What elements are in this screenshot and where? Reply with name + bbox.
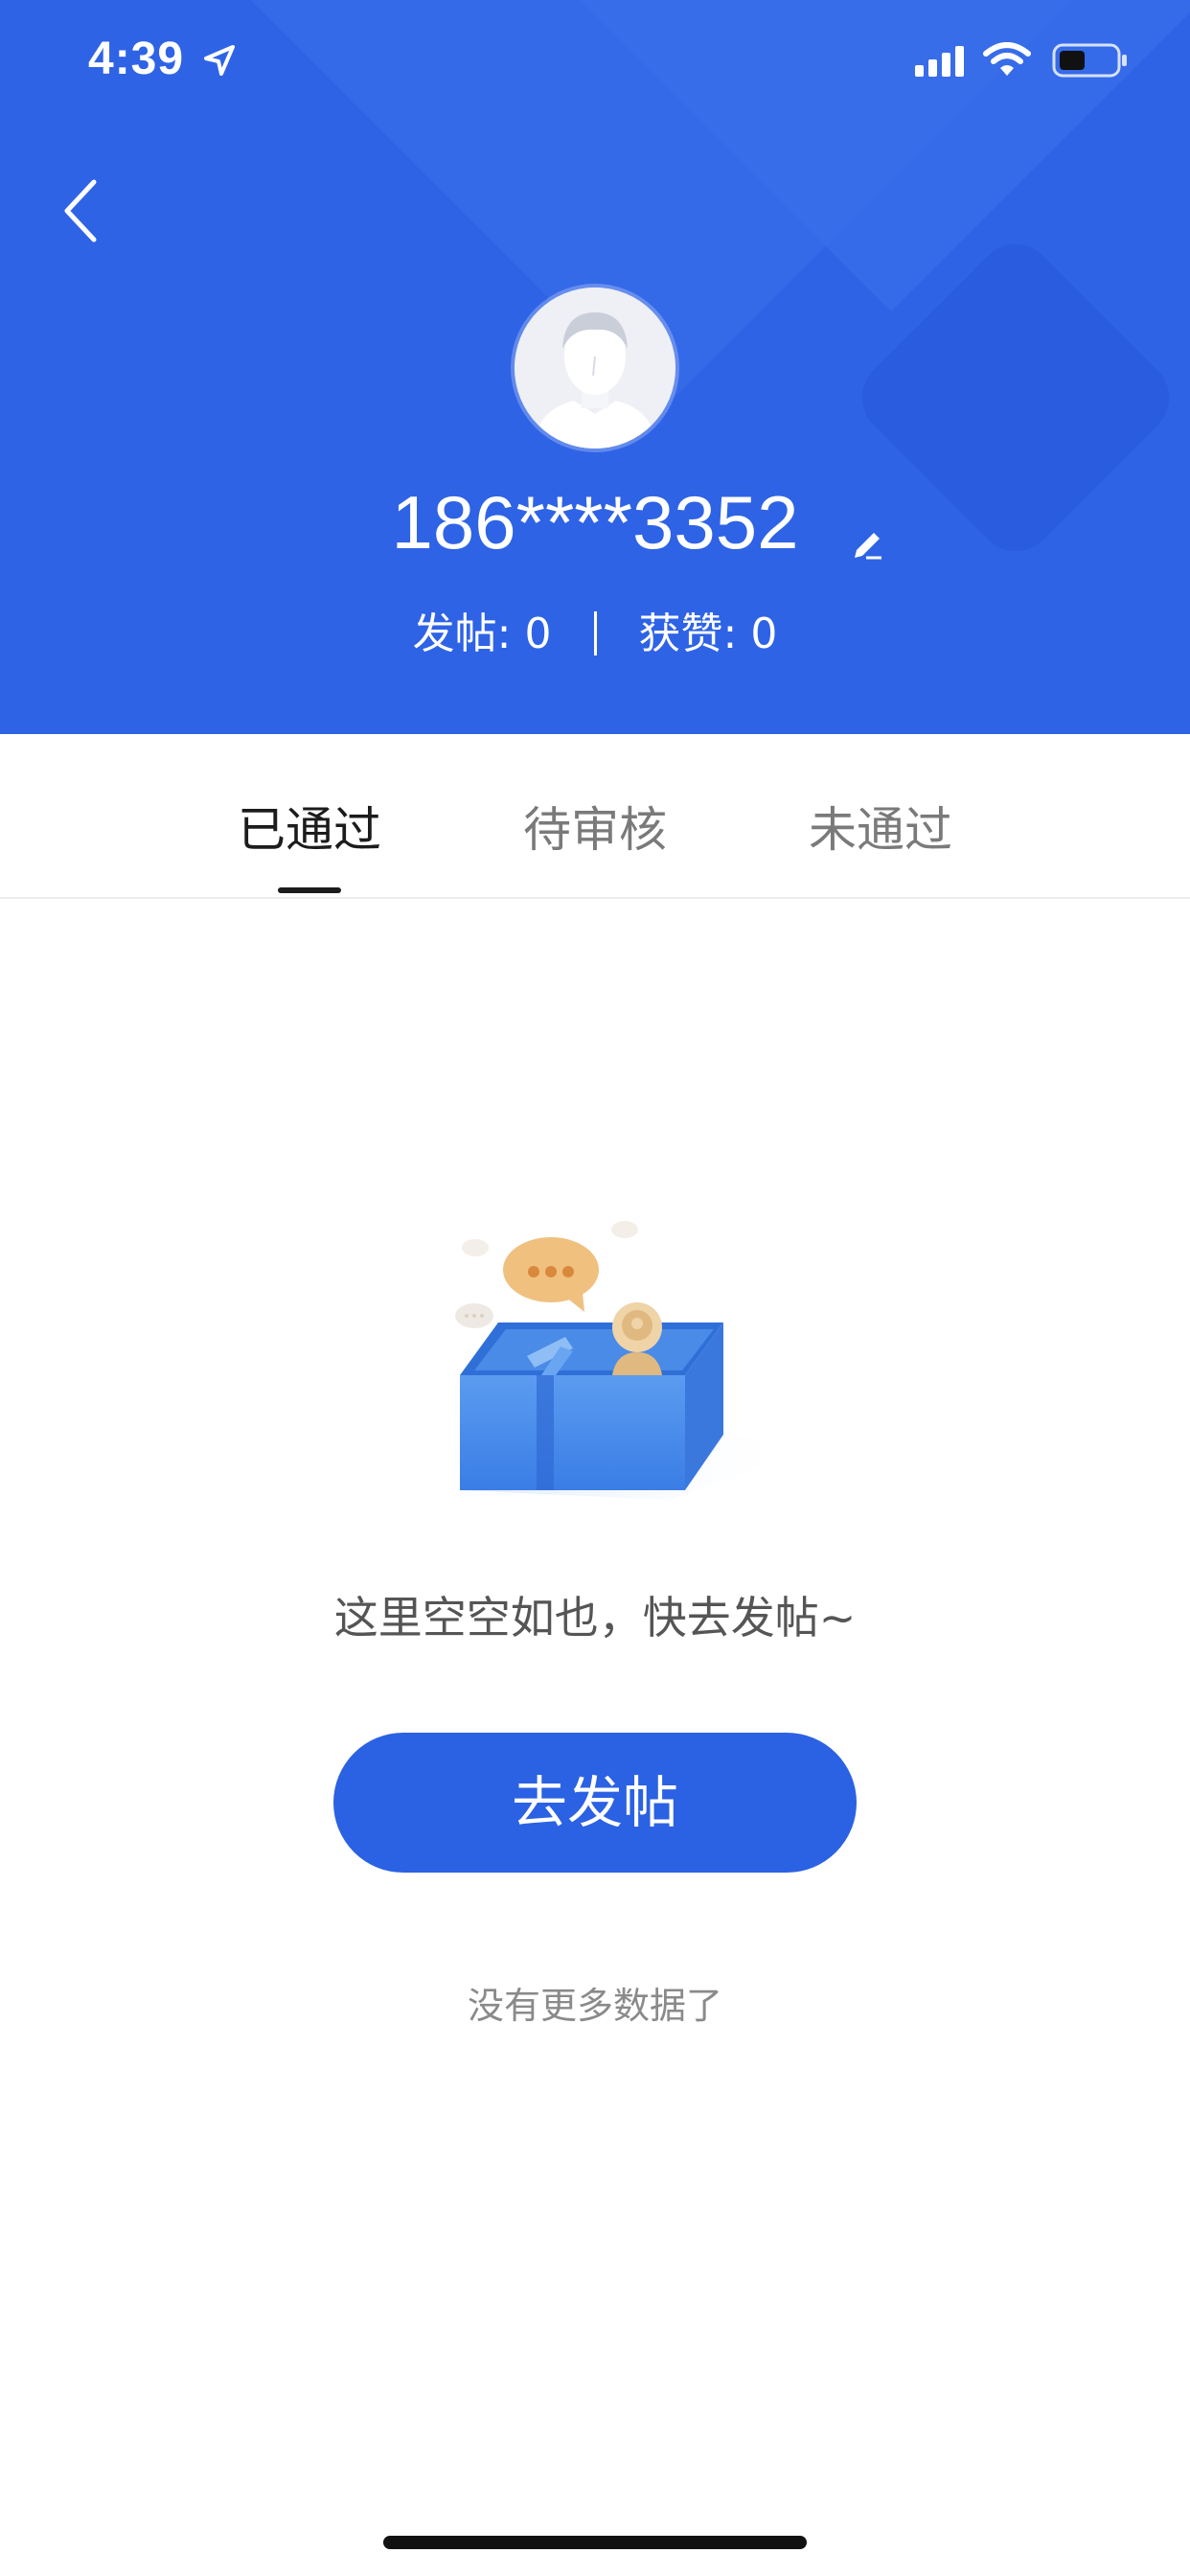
default-avatar (515, 288, 675, 448)
profile-stats: 发帖: 0 获赞: 0 (0, 599, 1190, 660)
wifi-icon (983, 42, 1031, 76)
likes-count: 0 (750, 610, 778, 658)
username: 186****3352 (391, 480, 799, 564)
empty-box-illustration (455, 1221, 805, 1500)
active-tab-indicator (278, 887, 341, 893)
tab-rejected[interactable]: 未通过 (785, 792, 976, 861)
avatar[interactable] (515, 288, 675, 448)
review-status-tabs: 已通过 待审核 未通过 (0, 734, 1190, 899)
status-time: 4:39 (88, 34, 185, 84)
empty-state-message: 这里空空如也，快去发帖~ (333, 1592, 857, 1644)
edit-pencil-icon[interactable] (851, 525, 885, 560)
battery-icon (1052, 43, 1127, 78)
back-chevron-icon (64, 179, 97, 242)
go-post-button[interactable]: 去发帖 (333, 1733, 857, 1873)
home-indicator[interactable] (383, 2536, 807, 2549)
no-more-data-text: 没有更多数据了 (467, 1985, 722, 2027)
posts-count: 0 (524, 610, 552, 658)
profile-header: 4:39 186****3352 发帖: 0 获赞: 0 (0, 0, 1190, 734)
posts-label: 发帖: (412, 610, 512, 658)
status-bar: 4:39 (0, 0, 1190, 126)
cellular-signal-icon (915, 46, 964, 77)
stats-divider (593, 611, 597, 656)
back-button[interactable] (56, 172, 113, 249)
location-arrow-icon (204, 45, 235, 76)
likes-label: 获赞: (638, 610, 738, 658)
tab-pending[interactable]: 待审核 (499, 792, 691, 861)
tab-approved[interactable]: 已通过 (214, 792, 405, 861)
